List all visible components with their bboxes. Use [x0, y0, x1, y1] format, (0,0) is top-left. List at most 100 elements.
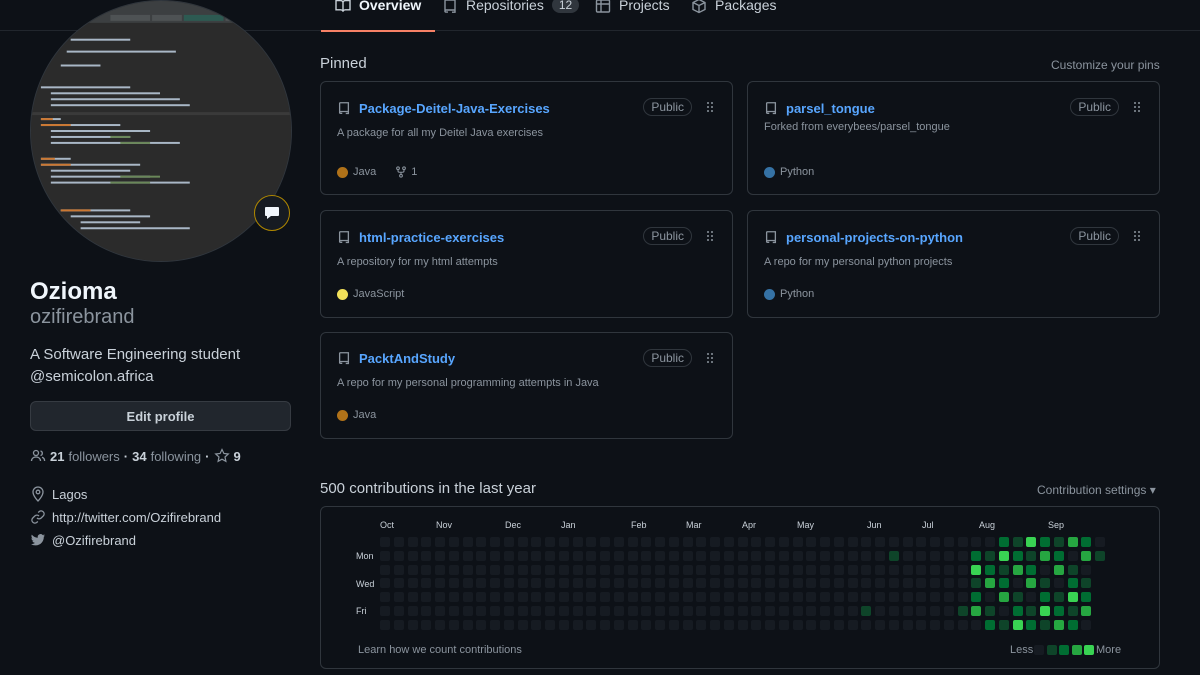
contribution-cell[interactable] [641, 537, 652, 547]
contribution-cell[interactable] [1012, 619, 1023, 630]
contribution-cell[interactable] [930, 564, 940, 575]
contribution-cell[interactable] [627, 619, 638, 630]
contribution-cell[interactable] [490, 550, 500, 561]
contribution-cell[interactable] [943, 619, 954, 630]
contribution-cell[interactable] [710, 550, 720, 561]
contribution-cell[interactable] [448, 578, 459, 589]
contribution-cell[interactable] [380, 592, 390, 602]
contribution-cell[interactable] [916, 619, 927, 630]
contribution-cell[interactable] [820, 537, 830, 547]
contribution-cell[interactable] [971, 605, 982, 616]
contribution-cell[interactable] [503, 605, 514, 616]
contribution-cell[interactable] [435, 578, 445, 589]
contribution-cell[interactable] [943, 550, 954, 561]
contribution-cell[interactable] [1053, 537, 1064, 547]
contribution-cell[interactable] [737, 564, 748, 575]
contribution-cell[interactable] [902, 550, 913, 561]
contribution-cell[interactable] [531, 619, 542, 630]
fork-count-link[interactable]: 1 [395, 166, 417, 178]
contribution-cell[interactable] [710, 537, 720, 547]
contribution-cell[interactable] [916, 605, 927, 616]
contribution-cell[interactable] [668, 605, 679, 616]
contribution-cell[interactable] [765, 550, 775, 561]
contribution-cell[interactable] [861, 605, 872, 616]
contribution-cell[interactable] [710, 578, 720, 589]
drag-handle-icon[interactable] [706, 230, 714, 242]
contribution-cell[interactable] [723, 564, 734, 575]
contribution-cell[interactable] [1053, 564, 1064, 575]
contribution-cell[interactable] [916, 564, 927, 575]
followers-label[interactable]: followers [68, 449, 119, 464]
contribution-cell[interactable] [1081, 564, 1092, 575]
contribution-cell[interactable] [586, 592, 597, 602]
contribution-cell[interactable] [627, 592, 638, 602]
contribution-cell[interactable] [1067, 619, 1078, 630]
contribution-cell[interactable] [462, 605, 473, 616]
contribution-cell[interactable] [888, 592, 899, 602]
contribution-cell[interactable] [875, 605, 885, 616]
contribution-cell[interactable] [421, 592, 432, 602]
contribution-cell[interactable] [806, 564, 817, 575]
contribution-cell[interactable] [517, 592, 528, 602]
contribution-cell[interactable] [613, 605, 624, 616]
contribution-cell[interactable] [833, 592, 844, 602]
contribution-cell[interactable] [421, 619, 432, 630]
contribution-cell[interactable] [778, 550, 789, 561]
contribution-cell[interactable] [820, 578, 830, 589]
contribution-cell[interactable] [696, 550, 707, 561]
contribution-cell[interactable] [531, 537, 542, 547]
twitter-handle[interactable]: @Ozifirebrand [52, 533, 136, 548]
contribution-cell[interactable] [558, 619, 569, 630]
contribution-cell[interactable] [627, 578, 638, 589]
contribution-cell[interactable] [380, 578, 390, 589]
contribution-cell[interactable] [1040, 537, 1050, 547]
contribution-cell[interactable] [558, 592, 569, 602]
contribution-cell[interactable] [751, 564, 762, 575]
contribution-cell[interactable] [613, 537, 624, 547]
contribution-cell[interactable] [655, 537, 665, 547]
contribution-cell[interactable] [737, 578, 748, 589]
contribution-cell[interactable] [668, 592, 679, 602]
contribution-cell[interactable] [943, 605, 954, 616]
contribution-cell[interactable] [751, 605, 762, 616]
contribution-cell[interactable] [1067, 550, 1078, 561]
contribution-cell[interactable] [998, 619, 1009, 630]
contribution-cell[interactable] [1040, 564, 1050, 575]
contribution-cell[interactable] [655, 550, 665, 561]
learn-contributions-link[interactable]: Learn how we count contributions [358, 644, 522, 656]
contribution-cell[interactable] [462, 550, 473, 561]
contribution-cell[interactable] [778, 619, 789, 630]
contribution-cell[interactable] [407, 550, 418, 561]
contribution-cell[interactable] [476, 578, 487, 589]
contribution-cell[interactable] [558, 564, 569, 575]
contribution-cell[interactable] [668, 619, 679, 630]
contribution-cell[interactable] [668, 564, 679, 575]
contribution-cell[interactable] [710, 605, 720, 616]
contribution-settings-dropdown[interactable]: Contribution settings ▾ [1037, 483, 1156, 497]
contribution-cell[interactable] [971, 619, 982, 630]
contribution-cell[interactable] [462, 578, 473, 589]
contribution-cell[interactable] [421, 605, 432, 616]
contribution-cell[interactable] [1053, 605, 1064, 616]
contribution-cell[interactable] [655, 564, 665, 575]
contribution-cell[interactable] [930, 605, 940, 616]
contribution-cell[interactable] [545, 592, 555, 602]
contribution-cell[interactable] [1026, 578, 1037, 589]
contribution-cell[interactable] [1067, 592, 1078, 602]
tab-projects[interactable]: Projects [595, 0, 670, 31]
contribution-cell[interactable] [517, 605, 528, 616]
contribution-cell[interactable] [751, 550, 762, 561]
contribution-cell[interactable] [380, 564, 390, 575]
contribution-cell[interactable] [875, 564, 885, 575]
following-label[interactable]: following [151, 449, 202, 464]
contribution-cell[interactable] [668, 550, 679, 561]
contribution-cell[interactable] [641, 619, 652, 630]
contribution-cell[interactable] [572, 578, 583, 589]
contribution-cell[interactable] [888, 537, 899, 547]
contribution-cell[interactable] [380, 537, 390, 547]
contribution-cell[interactable] [861, 619, 872, 630]
contribution-cell[interactable] [916, 578, 927, 589]
contribution-cell[interactable] [847, 578, 858, 589]
contribution-cell[interactable] [930, 619, 940, 630]
contribution-cell[interactable] [407, 592, 418, 602]
